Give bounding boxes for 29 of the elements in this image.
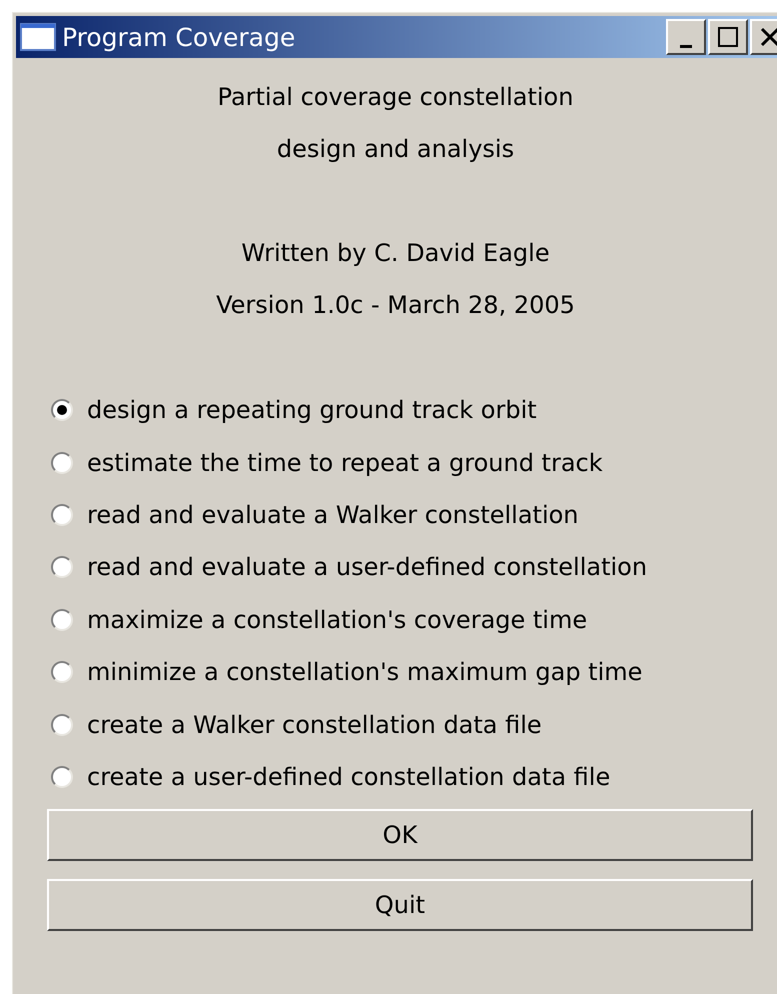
radio-option[interactable]: maximize a constellation's coverage time xyxy=(51,594,777,646)
maximize-icon xyxy=(717,26,739,48)
radio-button[interactable] xyxy=(51,714,73,736)
radio-option[interactable]: create a Walker constellation data file xyxy=(51,698,777,751)
radio-option[interactable]: read and evaluate a Walker constellation xyxy=(51,488,777,542)
dialog-button[interactable]: OK xyxy=(47,809,753,862)
radio-button[interactable] xyxy=(51,556,73,578)
minimize-icon xyxy=(680,45,692,48)
credit-text: Version 1.0c - March 28, 2005 xyxy=(216,290,575,321)
radio-button[interactable] xyxy=(51,661,73,684)
close-icon xyxy=(759,26,777,48)
maximize-button[interactable] xyxy=(708,19,748,55)
radio-option[interactable]: read and evaluate a user-defined constellation xyxy=(51,541,777,594)
subtitle-text: Partial coverage constellation xyxy=(218,82,574,113)
dialog-button[interactable]: Quit xyxy=(47,879,753,932)
radio-button[interactable] xyxy=(51,608,73,631)
subtitle-text: design and analysis xyxy=(276,134,514,165)
radio-option[interactable]: estimate the time to repeat a ground track xyxy=(51,436,777,489)
window-title: Program Coverage xyxy=(62,24,296,50)
radio-button[interactable] xyxy=(51,504,73,526)
radio-option[interactable]: design a repeating ground track orbit xyxy=(51,384,777,436)
credit-text: Written by C. David Eagle xyxy=(241,238,550,269)
window-icon xyxy=(20,23,56,51)
radio-button[interactable] xyxy=(51,452,73,474)
minimize-button[interactable] xyxy=(666,19,706,55)
radio-button[interactable] xyxy=(51,399,73,422)
radio-option[interactable]: create a user-defined constellation data file xyxy=(51,750,777,804)
radio-button[interactable] xyxy=(51,766,73,788)
radio-option[interactable]: minimize a constellation's maximum gap time xyxy=(51,646,777,698)
